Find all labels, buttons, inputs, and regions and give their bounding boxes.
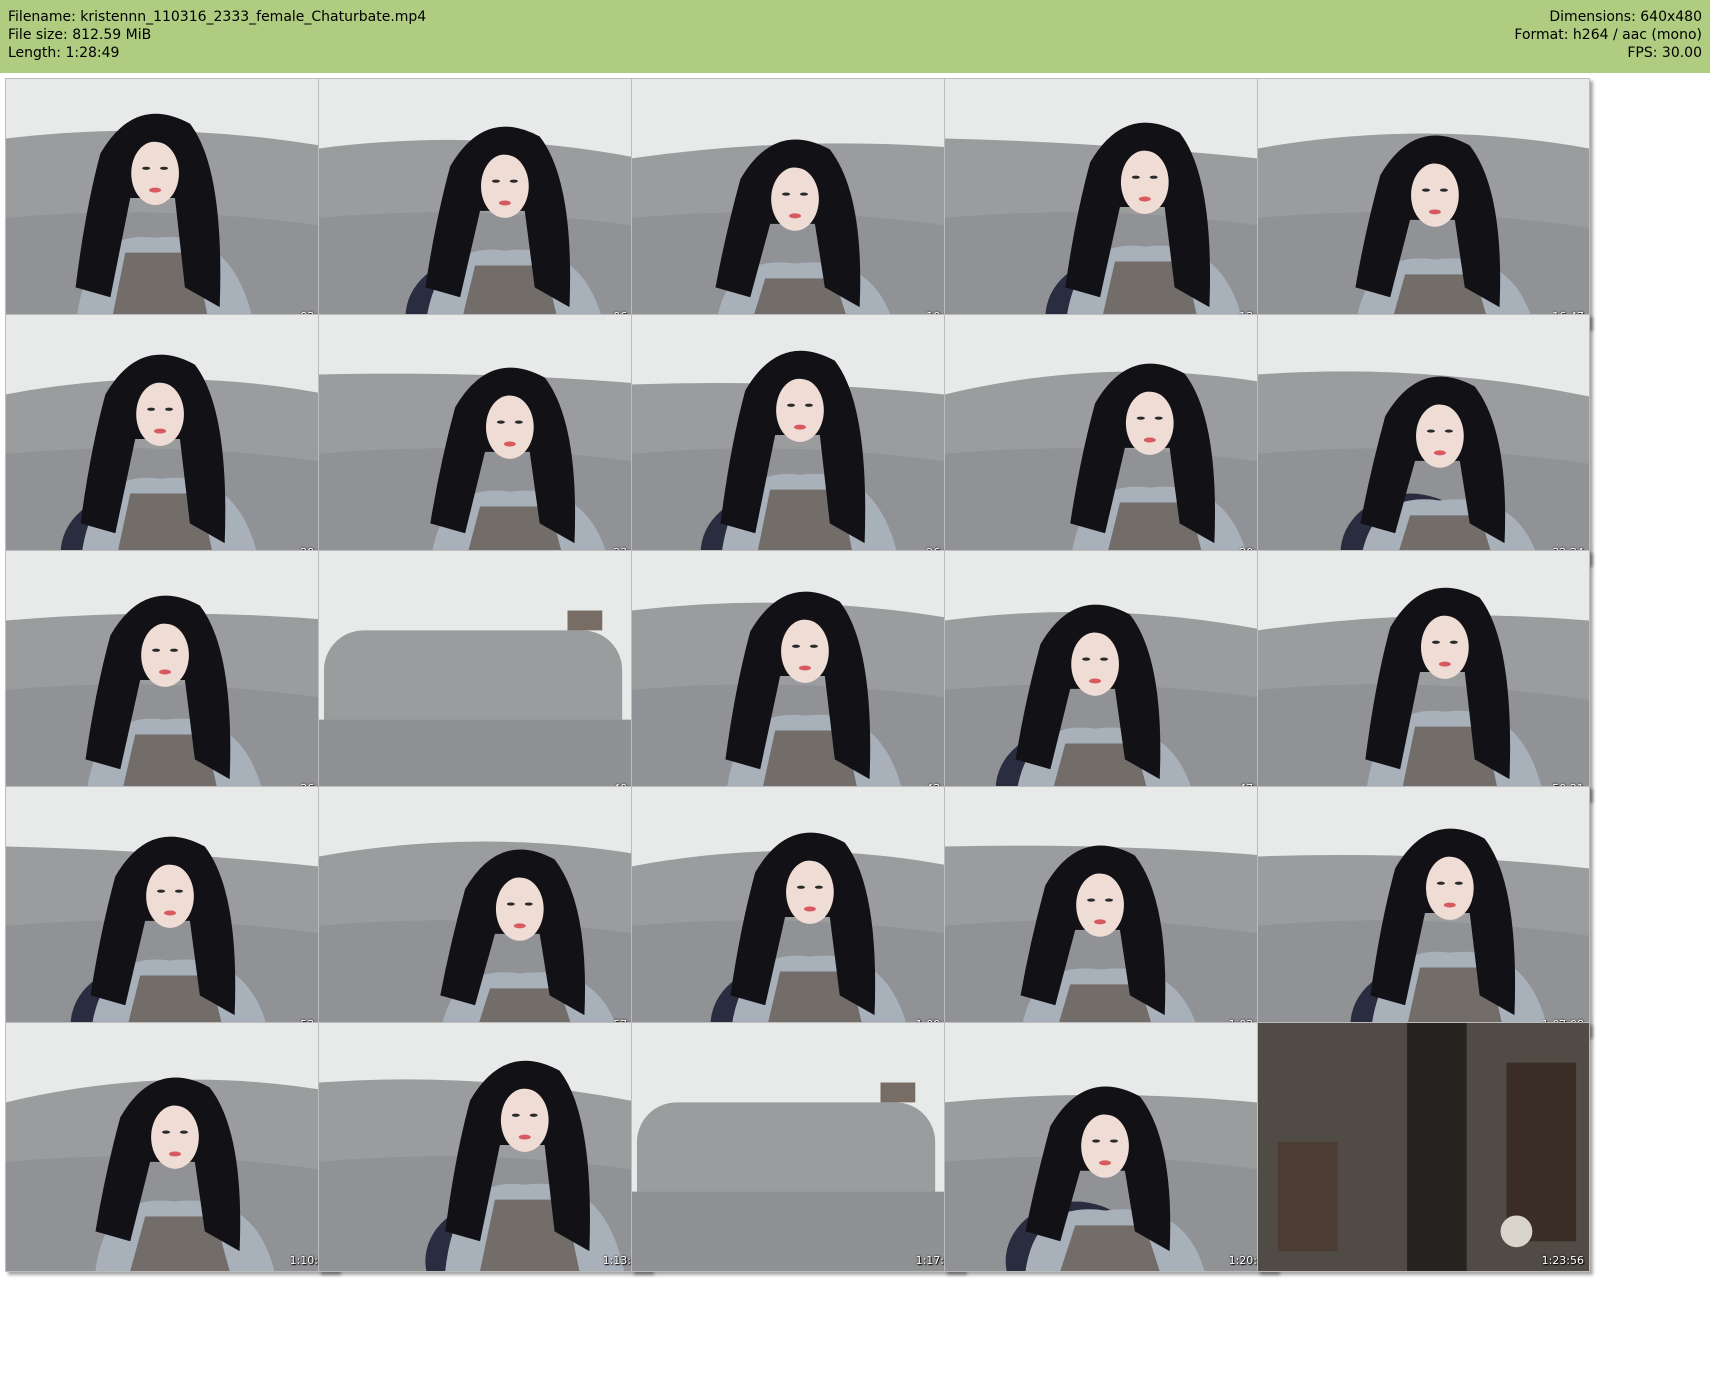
thumbnail[interactable]: 1:07:08 — [1257, 786, 1590, 1036]
fps-text: FPS: 30.00 — [1627, 45, 1702, 61]
thumbnail[interactable]: 30:12 — [944, 314, 1277, 564]
thumbnail-image — [6, 315, 337, 563]
file-info: Filename: kristennn_110316_2333_female_C… — [8, 8, 426, 62]
thumbnail-image — [945, 551, 1276, 799]
thumbnail-image — [6, 79, 337, 327]
thumbnail-image — [632, 1023, 963, 1271]
thumbnail[interactable]: 33:34 — [1257, 314, 1590, 564]
thumbnail-image — [319, 315, 650, 563]
thumbnail[interactable]: 03:21 — [5, 78, 338, 328]
thumbnail[interactable]: 36:55 — [5, 550, 338, 800]
thumbnail-image — [1258, 551, 1589, 799]
dimensions-text: Dimensions: 640x480 — [1549, 9, 1702, 25]
thumbnail[interactable]: 50:21 — [1257, 550, 1590, 800]
thumbnail-image — [319, 787, 650, 1035]
info-header: Filename: kristennn_110316_2333_female_C… — [0, 0, 1710, 73]
thumbnail[interactable]: 16:47 — [1257, 78, 1590, 328]
thumbnail-image — [945, 315, 1276, 563]
thumbnail[interactable]: 20:08 — [5, 314, 338, 564]
thumbnail-image — [1258, 79, 1589, 327]
thumbnail-image — [319, 1023, 650, 1271]
thumbnail-image — [1258, 315, 1589, 563]
thumbnail-image — [6, 787, 337, 1035]
thumbnail-grid: 03:21 06:42 10:04 — [0, 73, 1710, 1373]
media-info: Dimensions: 640x480 Format: h264 / aac (… — [1514, 8, 1702, 62]
timestamp-label: 1:23:56 — [1541, 1254, 1584, 1267]
thumbnail[interactable]: 1:23:56 — [1257, 1022, 1590, 1272]
length-text: Length: 1:28:49 — [8, 45, 120, 61]
thumbnail[interactable]: 26:51 — [631, 314, 964, 564]
thumbnail-image — [632, 315, 963, 563]
thumbnail-image — [945, 787, 1276, 1035]
thumbnail-image — [6, 1023, 337, 1271]
thumbnail[interactable]: 1:17:13 — [631, 1022, 964, 1272]
thumbnail[interactable]: 13:25 — [944, 78, 1277, 328]
filesize-text: File size: 812.59 MiB — [8, 27, 152, 43]
thumbnail-image — [1258, 1023, 1589, 1271]
thumbnail-image — [632, 787, 963, 1035]
thumbnail-image — [632, 551, 963, 799]
thumbnail[interactable]: 47:00 — [944, 550, 1277, 800]
thumbnail[interactable]: 1:13:51 — [318, 1022, 651, 1272]
thumbnail-image — [1258, 787, 1589, 1035]
thumbnail[interactable]: 1:03:47 — [944, 786, 1277, 1036]
thumbnail[interactable]: 53:43 — [5, 786, 338, 1036]
thumbnail-image — [319, 79, 650, 327]
thumbnail[interactable]: 1:20:34 — [944, 1022, 1277, 1272]
format-text: Format: h264 / aac (mono) — [1514, 27, 1702, 43]
thumbnail[interactable]: 06:42 — [318, 78, 651, 328]
filename-text: Filename: kristennn_110316_2333_female_C… — [8, 9, 427, 25]
thumbnail[interactable]: 1:10:30 — [5, 1022, 338, 1272]
thumbnail-image — [6, 551, 337, 799]
thumbnail-image — [945, 79, 1276, 327]
thumbnail[interactable]: 23:30 — [318, 314, 651, 564]
thumbnail-image — [945, 1023, 1276, 1271]
thumbnail[interactable]: 10:04 — [631, 78, 964, 328]
thumbnail[interactable]: 40:17 — [318, 550, 651, 800]
thumbnail-image — [632, 79, 963, 327]
thumbnail[interactable]: 57:04 — [318, 786, 651, 1036]
thumbnail[interactable]: 43:38 — [631, 550, 964, 800]
thumbnail[interactable]: 1:00:25 — [631, 786, 964, 1036]
thumbnail-image — [319, 551, 650, 799]
